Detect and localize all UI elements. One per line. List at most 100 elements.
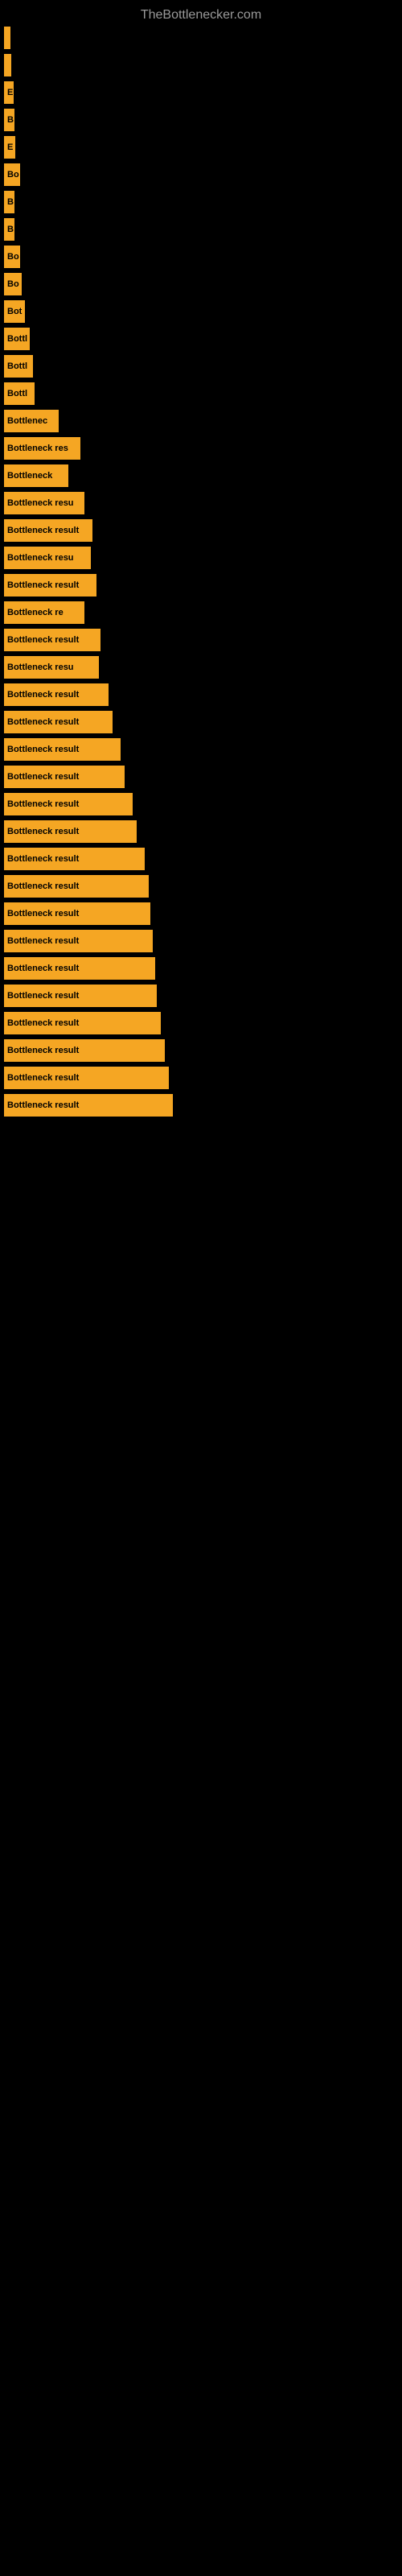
bar-label-17: Bottleneck	[7, 471, 52, 481]
bar-25: Bottleneck result	[4, 683, 109, 706]
bar-2	[4, 54, 11, 76]
bar-label-3: E	[7, 88, 13, 97]
bar-row-31: Bottleneck result	[0, 848, 402, 870]
bar-row-10: Bo	[0, 273, 402, 295]
bar-row-1	[0, 27, 402, 49]
bar-row-38: Bottleneck result	[0, 1039, 402, 1062]
bar-label-22: Bottleneck re	[7, 608, 64, 617]
bar-row-20: Bottleneck resu	[0, 547, 402, 569]
bar-20: Bottleneck resu	[4, 547, 91, 569]
bar-16: Bottleneck res	[4, 437, 80, 460]
site-title: TheBottlenecker.com	[0, 0, 402, 27]
bar-label-39: Bottleneck result	[7, 1073, 79, 1083]
bar-38: Bottleneck result	[4, 1039, 165, 1062]
bar-row-30: Bottleneck result	[0, 820, 402, 843]
bar-32: Bottleneck result	[4, 875, 149, 898]
bar-label-19: Bottleneck result	[7, 526, 79, 535]
bar-row-7: B	[0, 191, 402, 213]
bar-row-32: Bottleneck result	[0, 875, 402, 898]
bar-row-23: Bottleneck result	[0, 629, 402, 651]
bar-label-25: Bottleneck result	[7, 690, 79, 700]
bar-3: E	[4, 81, 14, 104]
bar-4: B	[4, 109, 14, 131]
bar-label-5: E	[7, 142, 13, 152]
bar-label-12: Bottl	[7, 334, 27, 344]
bar-31: Bottleneck result	[4, 848, 145, 870]
bar-row-25: Bottleneck result	[0, 683, 402, 706]
bar-label-11: Bot	[7, 307, 22, 316]
bar-row-3: E	[0, 81, 402, 104]
bar-14: Bottl	[4, 382, 35, 405]
bar-21: Bottleneck result	[4, 574, 96, 597]
bar-row-14: Bottl	[0, 382, 402, 405]
bar-row-8: B	[0, 218, 402, 241]
bar-label-36: Bottleneck result	[7, 991, 79, 1001]
bar-row-17: Bottleneck	[0, 464, 402, 487]
bar-29: Bottleneck result	[4, 793, 133, 815]
bar-label-20: Bottleneck resu	[7, 553, 74, 563]
bar-label-24: Bottleneck resu	[7, 663, 74, 672]
bar-row-35: Bottleneck result	[0, 957, 402, 980]
bar-19: Bottleneck result	[4, 519, 92, 542]
bar-row-37: Bottleneck result	[0, 1012, 402, 1034]
bar-label-8: B	[7, 225, 14, 234]
bar-row-19: Bottleneck result	[0, 519, 402, 542]
bar-40: Bottleneck result	[4, 1094, 173, 1117]
bar-row-5: E	[0, 136, 402, 159]
bar-row-6: Bo	[0, 163, 402, 186]
bar-row-22: Bottleneck re	[0, 601, 402, 624]
bar-row-36: Bottleneck result	[0, 985, 402, 1007]
bar-row-40: Bottleneck result	[0, 1094, 402, 1117]
bar-label-35: Bottleneck result	[7, 964, 79, 973]
bar-24: Bottleneck resu	[4, 656, 99, 679]
bar-8: B	[4, 218, 14, 241]
bar-1	[4, 27, 10, 49]
bar-18: Bottleneck resu	[4, 492, 84, 514]
bar-row-18: Bottleneck resu	[0, 492, 402, 514]
bar-6: Bo	[4, 163, 20, 186]
bar-label-6: Bo	[7, 170, 19, 180]
bar-26: Bottleneck result	[4, 711, 113, 733]
bar-12: Bottl	[4, 328, 30, 350]
bar-label-31: Bottleneck result	[7, 854, 79, 864]
bar-row-4: B	[0, 109, 402, 131]
bar-row-24: Bottleneck resu	[0, 656, 402, 679]
bar-row-21: Bottleneck result	[0, 574, 402, 597]
bar-label-4: B	[7, 115, 14, 125]
bar-label-18: Bottleneck resu	[7, 498, 74, 508]
bar-label-34: Bottleneck result	[7, 936, 79, 946]
bar-35: Bottleneck result	[4, 957, 155, 980]
bar-label-16: Bottleneck res	[7, 444, 68, 453]
bar-row-12: Bottl	[0, 328, 402, 350]
bar-5: E	[4, 136, 15, 159]
bar-10: Bo	[4, 273, 22, 295]
bar-23: Bottleneck result	[4, 629, 100, 651]
bar-label-33: Bottleneck result	[7, 909, 79, 919]
bar-30: Bottleneck result	[4, 820, 137, 843]
main-container: TheBottlenecker.com E B E Bo B B Bo Bo Bot Bottl B…	[0, 0, 402, 1137]
bar-7: B	[4, 191, 14, 213]
bar-label-27: Bottleneck result	[7, 745, 79, 754]
bar-row-26: Bottleneck result	[0, 711, 402, 733]
bar-label-26: Bottleneck result	[7, 717, 79, 727]
bar-row-9: Bo	[0, 246, 402, 268]
bar-22: Bottleneck re	[4, 601, 84, 624]
bar-row-28: Bottleneck result	[0, 766, 402, 788]
bar-33: Bottleneck result	[4, 902, 150, 925]
bar-row-13: Bottl	[0, 355, 402, 378]
bar-row-11: Bot	[0, 300, 402, 323]
bar-39: Bottleneck result	[4, 1067, 169, 1089]
bar-row-2	[0, 54, 402, 76]
bar-36: Bottleneck result	[4, 985, 157, 1007]
bar-label-21: Bottleneck result	[7, 580, 79, 590]
bar-label-15: Bottlenec	[7, 416, 47, 426]
bar-label-30: Bottleneck result	[7, 827, 79, 836]
bar-9: Bo	[4, 246, 20, 268]
bar-15: Bottlenec	[4, 410, 59, 432]
bar-28: Bottleneck result	[4, 766, 125, 788]
bar-label-10: Bo	[7, 279, 19, 289]
bar-label-28: Bottleneck result	[7, 772, 79, 782]
bar-17: Bottleneck	[4, 464, 68, 487]
bar-label-38: Bottleneck result	[7, 1046, 79, 1055]
bar-label-7: B	[7, 197, 14, 207]
